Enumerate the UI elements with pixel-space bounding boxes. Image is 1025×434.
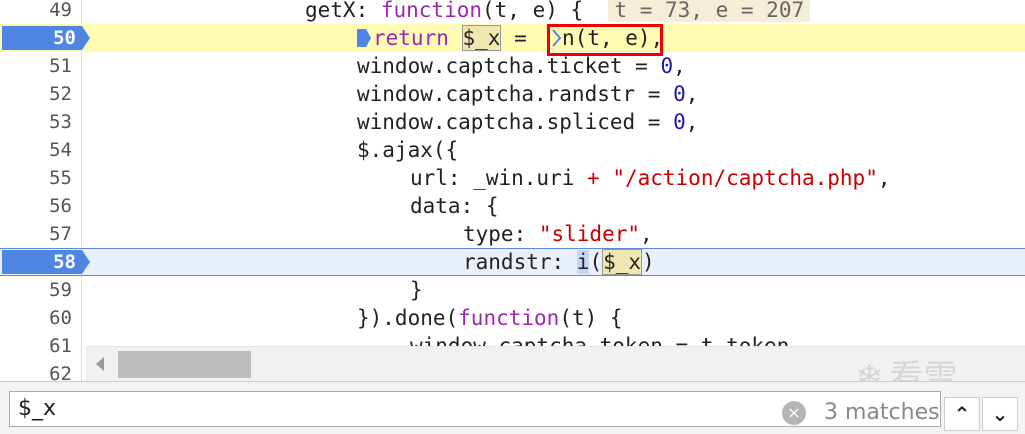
snowflake-icon: ❄: [855, 358, 884, 381]
next-match-button[interactable]: ⌄: [982, 397, 1018, 431]
line-number[interactable]: 54: [0, 136, 78, 164]
code-text: }).done(function(t) {: [357, 306, 623, 330]
line-number[interactable]: 56: [0, 192, 78, 220]
line-number[interactable]: 55: [0, 164, 78, 192]
code-line-50-paused: 50 return $_x = n(t, e),: [0, 24, 1025, 52]
inline-variable-values: t = 73, e = 207: [608, 0, 811, 22]
code-line-56: 56 data: {: [0, 192, 1025, 220]
code-line-54: 54 $.ajax({: [0, 136, 1025, 164]
code-text: window.captcha.ticket = 0,: [357, 54, 686, 78]
code-line-49: 49 getX: function(t, e) { t = 73, e = 20…: [0, 0, 1025, 24]
line-number[interactable]: 53: [0, 108, 78, 136]
code-text: }: [410, 278, 423, 302]
line-number[interactable]: 51: [0, 52, 78, 80]
code-line-57: 57 type: "slider",: [0, 220, 1025, 248]
scroll-left-icon[interactable]: [96, 357, 104, 371]
line-number[interactable]: 49: [0, 0, 78, 24]
code-line-53: 53 window.captcha.spliced = 0,: [0, 108, 1025, 136]
code-line-60: 60 }).done(function(t) {: [0, 304, 1025, 332]
code-text: data: {: [410, 194, 499, 218]
code-text: getX: function(t, e) { t = 73, e = 207: [305, 0, 811, 24]
code-line-59: 59 }: [0, 276, 1025, 304]
code-text: $.ajax({: [357, 138, 459, 162]
code-line-52: 52 window.captcha.randstr = 0,: [0, 80, 1025, 108]
code-text: url: _win.uri + "/action/captcha.php",: [410, 166, 891, 190]
code-line-51: 51 window.captcha.ticket = 0,: [0, 52, 1025, 80]
line-number[interactable]: 60: [0, 304, 78, 332]
clear-search-icon[interactable]: ⨯: [782, 401, 806, 425]
line-number[interactable]: 61: [0, 332, 78, 360]
code-line-55: 55 url: _win.uri + "/action/captcha.php"…: [0, 164, 1025, 192]
scrollbar-thumb[interactable]: [118, 351, 251, 378]
breakpoint-marker[interactable]: 58: [2, 250, 90, 274]
previous-match-button[interactable]: ⌃: [944, 397, 980, 431]
code-text: type: "slider",: [463, 222, 653, 246]
watermark-logo: ❄ 看雪: [855, 350, 958, 381]
execution-pointer-icon: [357, 29, 371, 47]
code-text: window.captcha.spliced = 0,: [357, 110, 699, 134]
code-text: window.captcha.randstr = 0,: [357, 82, 699, 106]
line-number[interactable]: 62: [0, 360, 78, 381]
code-line-58-breakpoint: 58 randstr: i($_x): [0, 248, 1025, 276]
search-match: $_x: [602, 249, 643, 275]
search-match: $_x: [461, 25, 502, 51]
breakpoint-marker[interactable]: 50: [2, 26, 90, 50]
match-count: 3 matches: [824, 400, 940, 425]
code-text: randstr: i($_x): [463, 249, 655, 275]
line-number[interactable]: 57: [0, 220, 78, 248]
line-number[interactable]: 59: [0, 276, 78, 304]
code-editor[interactable]: 49 getX: function(t, e) { t = 73, e = 20…: [0, 0, 1025, 381]
line-number[interactable]: 52: [0, 80, 78, 108]
